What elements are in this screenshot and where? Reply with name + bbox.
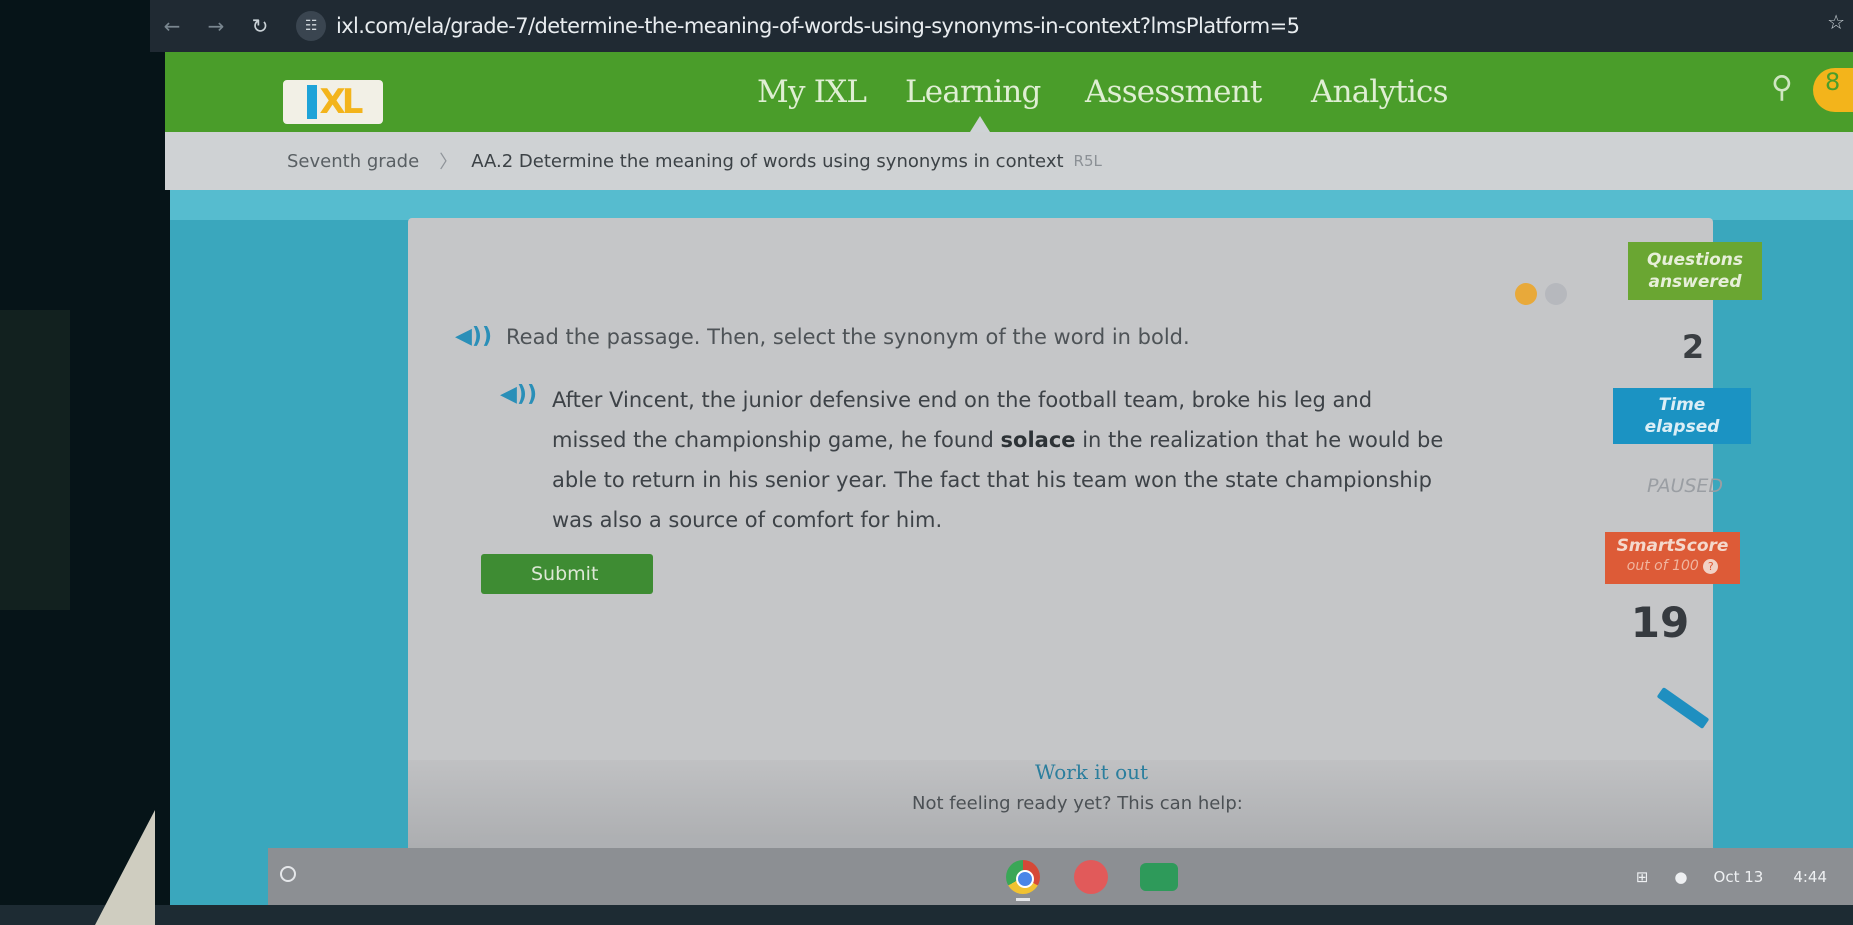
smartscore-label: SmartScore out of 100 ? — [1605, 532, 1740, 584]
question-prompt: ◀)) Read the passage. Then, select the s… — [455, 324, 1190, 349]
system-tray[interactable]: ⊞ ● Oct 13 4:44 — [1636, 848, 1853, 905]
time-elapsed-label: Time elapsed — [1613, 388, 1751, 444]
breadcrumb-separator: 〉 — [439, 152, 458, 173]
passage-speaker-icon[interactable]: ◀)) — [500, 382, 537, 407]
nav-learning[interactable]: Learning — [905, 74, 1041, 110]
logo-i-bar — [306, 85, 317, 119]
breadcrumb-skill: AA.2 Determine the meaning of words usin… — [471, 150, 1064, 172]
photos-icon[interactable] — [1074, 860, 1108, 894]
foreground-object — [95, 810, 155, 925]
tray-date[interactable]: Oct 13 — [1714, 868, 1764, 886]
question-progress — [1515, 283, 1567, 305]
ixl-header: XL My IXL Learning Assessment Analytics … — [165, 52, 1853, 132]
monitor-bezel — [0, 0, 180, 925]
questions-answered-value: 2 — [1681, 328, 1705, 366]
work-it-out-subtitle: Not feeling ready yet? This can help: — [912, 793, 1243, 814]
page-background-top — [170, 190, 1853, 220]
logo-text: XL — [319, 82, 364, 122]
nav-my-ixl[interactable]: My IXL — [757, 74, 867, 110]
record-icon[interactable]: ● — [1674, 868, 1687, 886]
breadcrumb-grade[interactable]: Seventh grade — [287, 151, 419, 172]
time-elapsed-value[interactable]: PAUSED — [1625, 475, 1745, 497]
help-resources-strip[interactable] — [480, 835, 1080, 849]
tune-icon[interactable]: ☷ — [296, 11, 326, 41]
monitor-bezel-bottom — [0, 905, 1853, 925]
bezel-shadow — [0, 310, 70, 610]
questions-label-line2: answered — [1648, 272, 1742, 292]
time-label-line2: elapsed — [1644, 417, 1720, 437]
skill-code: R5L — [1073, 152, 1102, 170]
breadcrumb: Seventh grade 〉 AA.2 Determine the meani… — [165, 132, 1853, 190]
tray-time[interactable]: 4:44 — [1793, 868, 1827, 886]
classroom-icon[interactable] — [1140, 863, 1178, 891]
url-text[interactable]: ixl.com/ela/grade-7/determine-the-meanin… — [336, 14, 1300, 38]
smartscore-label-text: SmartScore — [1616, 536, 1729, 556]
speaker-icon[interactable]: ◀)) — [455, 324, 492, 349]
reload-button[interactable]: ↻ — [238, 14, 282, 38]
work-it-out-title: Work it out — [1035, 760, 1149, 784]
smartscore-value: 19 — [1630, 598, 1690, 647]
browser-toolbar: ← → ↻ ☷ ixl.com/ela/grade-7/determine-th… — [150, 0, 1853, 52]
back-button[interactable]: ← — [150, 14, 194, 38]
search-icon[interactable]: ⚲ — [1771, 70, 1793, 105]
prompt-text: Read the passage. Then, select the synon… — [506, 324, 1190, 349]
address-bar[interactable]: ☷ ixl.com/ela/grade-7/determine-the-mean… — [296, 8, 1823, 44]
taskbar: ⊞ ● Oct 13 4:44 — [268, 848, 1853, 905]
smartscore-sub: out of 100 — [1626, 558, 1699, 574]
user-avatar[interactable]: 8 — [1813, 68, 1853, 112]
help-icon[interactable]: ? — [1703, 559, 1719, 574]
nav-analytics[interactable]: Analytics — [1311, 74, 1449, 110]
time-label-line1: Time — [1658, 395, 1706, 415]
active-app-indicator — [1016, 898, 1030, 901]
bold-word[interactable]: solace — [1001, 428, 1076, 452]
star-icon[interactable]: ☆ — [1827, 10, 1845, 34]
ixl-logo[interactable]: XL — [283, 80, 383, 124]
progress-dot-done — [1515, 283, 1537, 305]
active-nav-caret — [970, 116, 990, 132]
launcher-icon[interactable] — [280, 866, 296, 882]
nav-assessment[interactable]: Assessment — [1085, 74, 1262, 110]
forward-button[interactable]: → — [194, 14, 238, 38]
submit-button[interactable]: Submit — [481, 554, 653, 594]
screen-capture-icon[interactable]: ⊞ — [1636, 868, 1649, 886]
chrome-icon[interactable] — [1006, 860, 1040, 894]
questions-label-line1: Questions — [1646, 250, 1744, 270]
questions-answered-label: Questions answered — [1628, 242, 1762, 300]
passage: After Vincent, the junior defensive end … — [552, 380, 1452, 540]
progress-dot-pending — [1545, 283, 1567, 305]
